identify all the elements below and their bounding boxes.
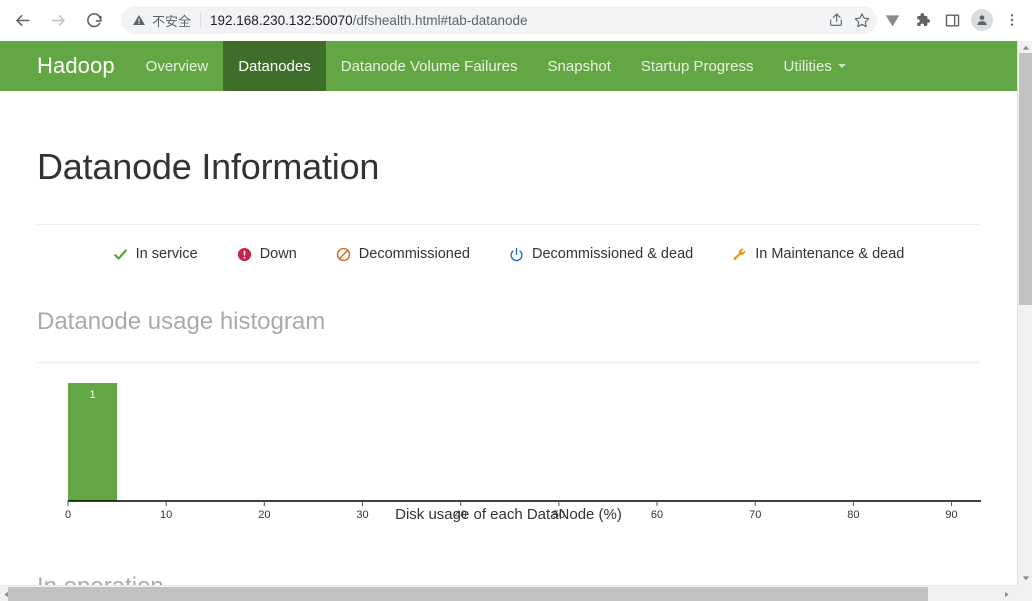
x-axis-label: Disk usage of each DataNode (%) xyxy=(395,506,622,523)
histogram-heading: Datanode usage histogram xyxy=(37,308,326,335)
hadoop-navbar: Hadoop Overview Datanodes Datanode Volum… xyxy=(0,41,1017,91)
browser-menu-button[interactable] xyxy=(997,5,1027,35)
not-secure-warning-icon xyxy=(132,13,146,27)
forward-button[interactable] xyxy=(43,5,73,35)
reload-icon xyxy=(86,12,102,27)
legend-label-down: Down xyxy=(259,246,297,262)
wrench-icon xyxy=(732,247,747,262)
power-off-icon xyxy=(509,247,524,262)
datanode-usage-histogram: 1 0 10 20 30 40 50 60 70 80 90 Disk usage of each… xyxy=(37,375,981,557)
nav-item-utilities[interactable]: Utilities xyxy=(768,41,860,91)
histogram-divider xyxy=(37,362,980,363)
datanode-status-legend: In service Down Decommissioned Decommiss… xyxy=(37,246,980,262)
avatar xyxy=(971,9,993,31)
legend-label-decommissioned: Decommissioned xyxy=(358,246,470,262)
legend-label-in-service: In service xyxy=(135,246,198,262)
horizontal-scrollbar-thumb[interactable] xyxy=(8,587,928,601)
nav-label-startup-progress: Startup Progress xyxy=(640,57,754,75)
nav-label-utilities: Utilities xyxy=(783,57,832,75)
title-divider xyxy=(37,224,980,225)
back-button[interactable] xyxy=(7,5,37,35)
legend-item-in-maintenance-dead: In Maintenance & dead xyxy=(732,246,904,262)
browser-menu-icon xyxy=(1010,14,1014,26)
nav-item-snapshot[interactable]: Snapshot xyxy=(533,41,626,91)
histogram-svg: 1 0 10 20 30 40 50 60 70 80 90 xyxy=(65,383,981,521)
nav-label-snapshot: Snapshot xyxy=(547,57,611,75)
legend-label-in-maintenance-dead: In Maintenance & dead xyxy=(755,246,905,262)
ban-circle-icon xyxy=(336,247,351,262)
page-viewport: Hadoop Overview Datanodes Datanode Volum… xyxy=(0,41,1032,601)
browser-toolbar-icons xyxy=(877,5,1032,35)
chevron-down-icon xyxy=(837,64,846,68)
forward-arrow-icon xyxy=(50,14,65,26)
bookmark-star-icon xyxy=(854,13,870,28)
check-icon xyxy=(113,247,128,262)
profile-avatar-icon xyxy=(977,15,987,25)
legend-item-decommissioned: Decommissioned xyxy=(336,246,470,262)
share-icon xyxy=(830,13,842,26)
bookmark-button[interactable] xyxy=(849,7,875,33)
browser-toolbar: 不安全 192.168.230.132:50070/dfshealth.html… xyxy=(0,0,1032,41)
address-bar[interactable]: 不安全 192.168.230.132:50070/dfshealth.html… xyxy=(121,6,877,34)
share-icon-button[interactable] xyxy=(823,7,849,33)
nav-item-startup-progress[interactable]: Startup Progress xyxy=(626,41,769,91)
legend-label-decommissioned-dead: Decommissioned & dead xyxy=(532,246,694,262)
alert-circle-icon xyxy=(237,247,252,262)
brand-hadoop[interactable]: Hadoop xyxy=(37,41,131,91)
nav-label-overview: Overview xyxy=(145,57,209,75)
scroll-right-arrow-icon[interactable] xyxy=(1000,586,1012,601)
not-secure-label: 不安全 xyxy=(152,13,192,29)
side-panel-icon xyxy=(945,13,959,27)
nav-item-datanodes[interactable]: Datanodes xyxy=(223,41,326,91)
legend-item-down: Down xyxy=(237,246,297,262)
side-panel-button[interactable] xyxy=(937,5,967,35)
extensions-puzzle-icon xyxy=(917,13,931,26)
extensions-button[interactable] xyxy=(907,5,937,35)
scrollbar-corner xyxy=(1017,585,1032,601)
back-arrow-icon xyxy=(15,14,30,26)
legend-item-in-service: In service xyxy=(113,246,198,262)
reload-button[interactable] xyxy=(79,5,109,35)
page-title: Datanode Information xyxy=(37,146,380,187)
nav-label-datanode-volume-failures: Datanode Volume Failures xyxy=(340,57,518,75)
vertical-scrollbar[interactable] xyxy=(1017,41,1032,601)
legend-item-decommissioned-dead: Decommissioned & dead xyxy=(509,246,693,262)
histogram-bar-label: 1 xyxy=(89,389,95,401)
profile-button[interactable] xyxy=(967,5,997,35)
nav-item-datanode-volume-failures[interactable]: Datanode Volume Failures xyxy=(326,41,533,91)
scroll-down-arrow-icon[interactable] xyxy=(1018,571,1032,585)
omnibox-divider xyxy=(200,12,202,28)
vertical-scrollbar-thumb[interactable] xyxy=(1019,53,1032,305)
url-host: 192.168.230.132:50070 xyxy=(210,12,353,28)
horizontal-scrollbar[interactable] xyxy=(0,585,1017,601)
nav-label-datanodes: Datanodes xyxy=(238,57,311,75)
url-text: 192.168.230.132:50070/dfshealth.html#tab… xyxy=(210,13,823,28)
vimeo-extension-button[interactable] xyxy=(877,5,907,35)
main-content: Datanode Information In service Down Dec… xyxy=(0,146,1017,601)
nav-item-overview[interactable]: Overview xyxy=(131,41,224,91)
url-path: /dfshealth.html#tab-datanode xyxy=(352,12,528,28)
vimeo-extension-icon xyxy=(885,14,899,26)
